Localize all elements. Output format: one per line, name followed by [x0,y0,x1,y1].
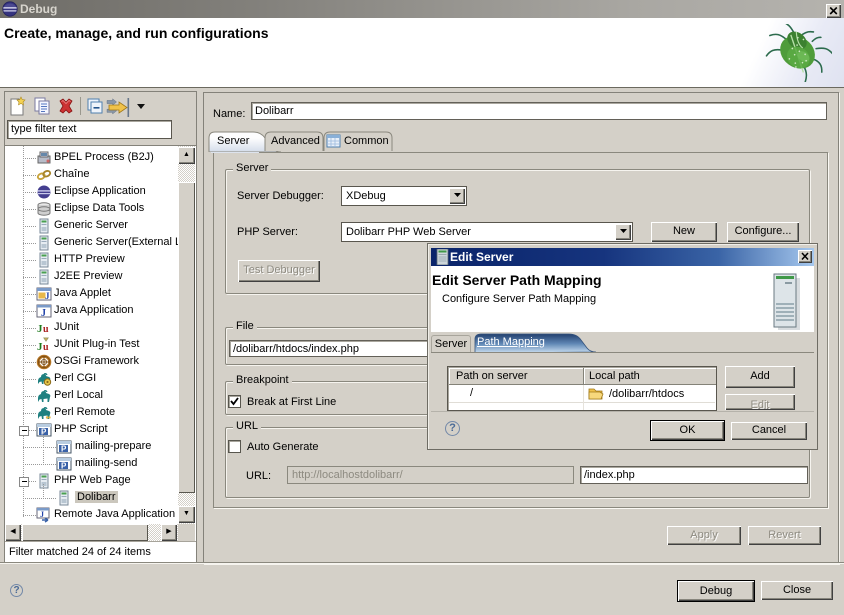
svg-text:P: P [41,428,47,437]
svg-text:u: u [43,342,49,353]
svg-text:J: J [40,510,44,519]
svg-text:u: u [43,324,49,335]
svg-text:J: J [41,308,46,319]
svg-text:P: P [61,445,67,454]
svg-text:J: J [45,291,50,301]
svg-text:P: P [61,462,67,471]
